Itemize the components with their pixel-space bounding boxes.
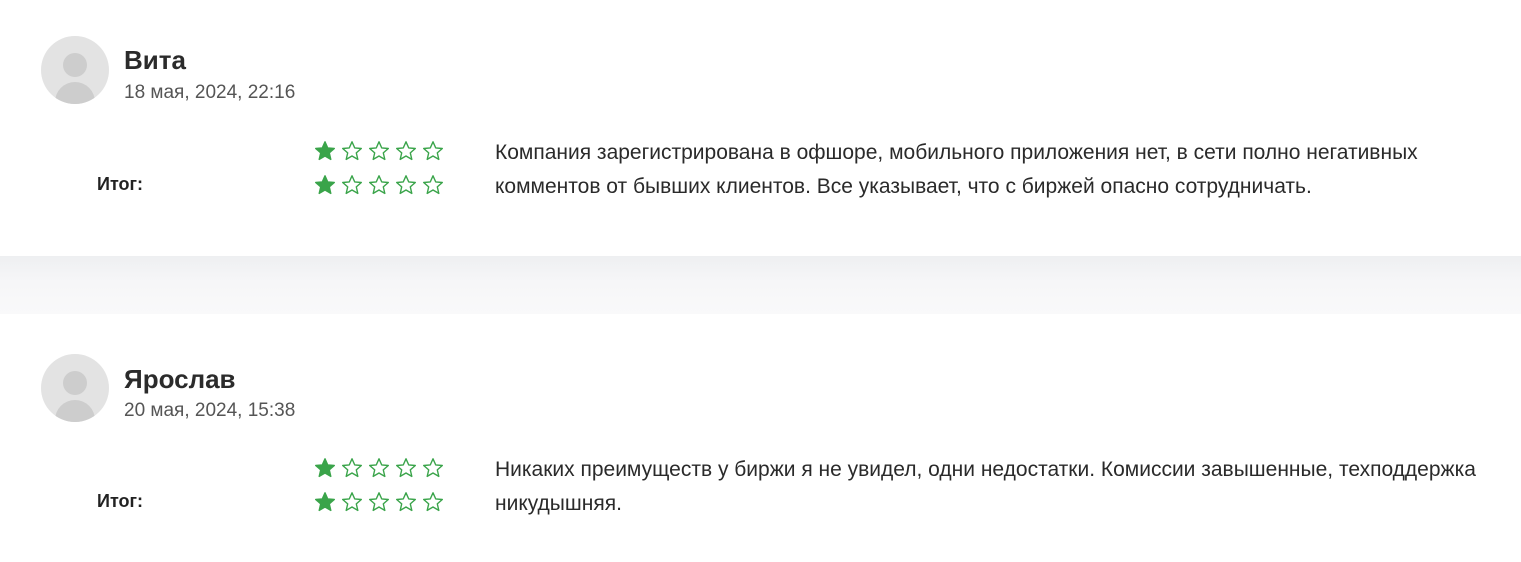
star-filled-icon [314, 174, 336, 196]
rating-stars [314, 457, 444, 479]
star-filled-icon [314, 457, 336, 479]
review-card: Ярослав 20 мая, 2024, 15:38 Итог: Никаки… [0, 314, 1521, 562]
review-author: Ярослав [124, 364, 236, 394]
star-filled-icon [314, 491, 336, 513]
review-separator [0, 256, 1521, 314]
star-outline-icon [368, 174, 390, 196]
star-outline-icon [395, 140, 417, 162]
review-card: Вита 18 мая, 2024, 22:16 Итог: Компания … [0, 0, 1521, 256]
review-comment: Компания зарегистрирована в офшоре, моби… [495, 141, 1418, 198]
star-outline-icon [395, 457, 417, 479]
star-outline-icon [395, 491, 417, 513]
review-comment: Никаких преимуществ у биржи я не увидел,… [495, 458, 1476, 515]
review-date: 20 мая, 2024, 15:38 [124, 400, 296, 421]
summary-rating-stars [314, 174, 444, 196]
star-outline-icon [422, 457, 444, 479]
star-outline-icon [395, 174, 417, 196]
star-outline-icon [422, 491, 444, 513]
star-filled-icon [314, 140, 336, 162]
star-outline-icon [341, 140, 363, 162]
star-outline-icon [368, 457, 390, 479]
user-avatar-icon [41, 36, 109, 104]
user-avatar-icon [41, 354, 109, 422]
summary-label: Итог: [97, 491, 144, 511]
star-outline-icon [341, 457, 363, 479]
rating-stars [314, 140, 444, 162]
star-outline-icon [341, 491, 363, 513]
star-outline-icon [422, 140, 444, 162]
review-author: Вита [124, 45, 186, 75]
star-outline-icon [341, 174, 363, 196]
summary-label: Итог: [97, 174, 144, 194]
star-outline-icon [368, 140, 390, 162]
summary-rating-stars [314, 491, 444, 513]
star-outline-icon [422, 174, 444, 196]
star-outline-icon [368, 491, 390, 513]
review-date: 18 мая, 2024, 22:16 [124, 82, 296, 103]
